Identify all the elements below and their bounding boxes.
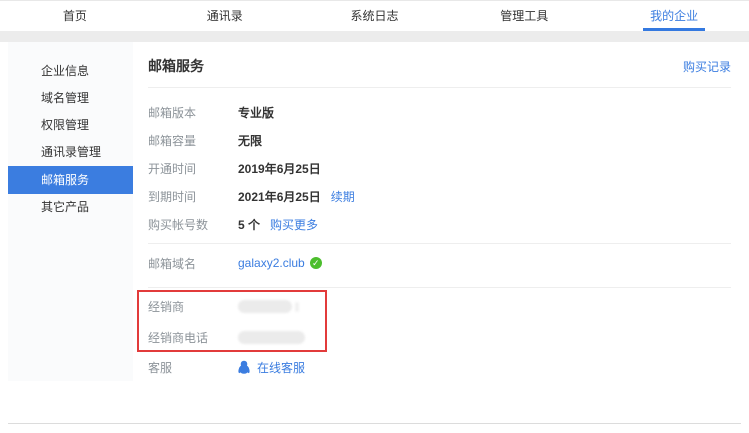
- nav-tab-contacts[interactable]: 通讯录: [150, 1, 300, 31]
- main-header: 邮箱服务 购买记录: [148, 56, 731, 76]
- nav-tab-system-log[interactable]: 系统日志: [300, 1, 450, 31]
- reseller-phone-row: 经销商电话: [148, 322, 731, 353]
- sidebar-item-domain-management[interactable]: 域名管理: [8, 85, 133, 112]
- sidebar-item-permission-management[interactable]: 权限管理: [8, 112, 133, 139]
- sidebar-item-other-products[interactable]: 其它产品: [8, 194, 133, 221]
- page-background-band: [0, 31, 749, 42]
- info-label: 经销商电话: [148, 329, 238, 346]
- mailbox-info-section: 邮箱版本 专业版 邮箱容量 无限 开通时间 2019年6月25日 到期时间 20…: [148, 98, 731, 238]
- info-label: 开通时间: [148, 160, 238, 177]
- sidebar-item-contacts-management[interactable]: 通讯录管理: [8, 139, 133, 166]
- section-divider: [148, 243, 731, 244]
- domain-row: 邮箱域名 galaxy2.club ✓: [148, 249, 731, 277]
- info-value: 5 个: [238, 216, 260, 233]
- renew-link[interactable]: 续期: [331, 188, 355, 205]
- top-nav: 首页 通讯录 系统日志 管理工具 我的企业: [0, 1, 749, 31]
- info-value: 2021年6月25日: [238, 188, 321, 205]
- nav-tab-my-enterprise-label: 我的企业: [650, 9, 698, 23]
- redacted-value: [238, 300, 292, 313]
- info-label: 客服: [148, 359, 238, 376]
- redacted-value: [238, 331, 305, 344]
- qq-penguin-icon: [238, 360, 250, 374]
- info-row-expiry-date: 到期时间 2021年6月25日 续期: [148, 182, 731, 210]
- info-row-activation-date: 开通时间 2019年6月25日: [148, 154, 731, 182]
- main-panel: 邮箱服务 购买记录 邮箱版本 专业版 邮箱容量 无限 开通时间 2019年6月2…: [133, 42, 741, 381]
- buy-more-link[interactable]: 购买更多: [270, 216, 318, 233]
- content-area: 企业信息 域名管理 权限管理 通讯录管理 邮箱服务 其它产品 邮箱服务 购买记录…: [8, 42, 741, 381]
- info-value: 无限: [238, 132, 262, 149]
- info-label: 邮箱域名: [148, 255, 238, 272]
- info-label: 经销商: [148, 298, 238, 315]
- info-label: 购买帐号数: [148, 216, 238, 233]
- check-circle-icon: ✓: [310, 257, 322, 269]
- purchase-records-link[interactable]: 购买记录: [683, 58, 731, 75]
- page-title: 邮箱服务: [148, 56, 204, 76]
- header-divider: [148, 87, 731, 88]
- reseller-row: 经销商: [148, 291, 731, 322]
- footer-divider: [8, 423, 741, 424]
- info-value: 专业版: [238, 104, 274, 121]
- info-row-account-count: 购买帐号数 5 个 购买更多: [148, 210, 731, 238]
- online-service-link[interactable]: 在线客服: [257, 359, 305, 376]
- sidebar-item-enterprise-info[interactable]: 企业信息: [8, 58, 133, 85]
- info-label: 到期时间: [148, 188, 238, 205]
- nav-tab-home[interactable]: 首页: [0, 1, 150, 31]
- nav-tab-admin-tools[interactable]: 管理工具: [449, 1, 599, 31]
- page: 首页 通讯录 系统日志 管理工具 我的企业 企业信息 域名管理 权限管理 通讯录…: [0, 0, 749, 433]
- mailbox-domain-link[interactable]: galaxy2.club: [238, 256, 305, 270]
- customer-service-row: 客服 在线客服: [148, 353, 731, 381]
- redacted-value-fragment: [295, 302, 299, 312]
- info-label: 邮箱容量: [148, 132, 238, 149]
- section-divider: [148, 287, 731, 288]
- info-row-capacity: 邮箱容量 无限: [148, 126, 731, 154]
- sidebar-item-mailbox-service[interactable]: 邮箱服务: [8, 166, 133, 194]
- info-row-version: 邮箱版本 专业版: [148, 98, 731, 126]
- sidebar: 企业信息 域名管理 权限管理 通讯录管理 邮箱服务 其它产品: [8, 42, 133, 381]
- nav-tab-my-enterprise[interactable]: 我的企业: [599, 1, 749, 31]
- info-value: 2019年6月25日: [238, 160, 321, 177]
- info-label: 邮箱版本: [148, 104, 238, 121]
- reseller-section: 经销商 经销商电话: [148, 291, 731, 353]
